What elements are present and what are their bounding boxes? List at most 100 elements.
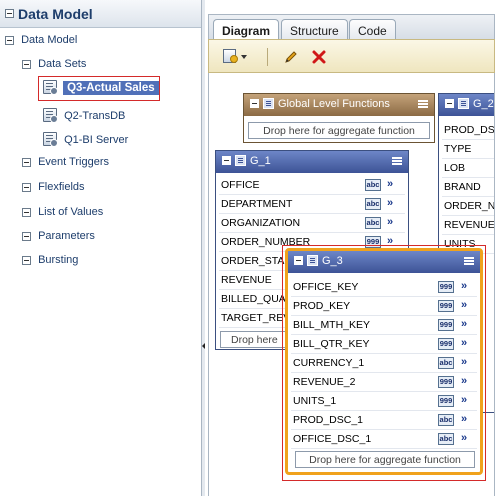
tree-item-flexfields[interactable]: Flexfields bbox=[22, 181, 85, 193]
tree-item-event-triggers[interactable]: Event Triggers bbox=[22, 156, 109, 168]
tree-item-parameters[interactable]: Parameters bbox=[22, 230, 95, 242]
chevron-right-icon[interactable]: » bbox=[461, 356, 467, 368]
data-model-panel: Data Model Data Model Data Sets Q3-Actua… bbox=[0, 0, 205, 496]
dataset-item[interactable]: Q2-TransDB bbox=[43, 108, 125, 123]
type-badge: abc bbox=[438, 433, 454, 445]
collapse-icon[interactable] bbox=[22, 255, 31, 265]
dataset-item[interactable]: Q3-Actual Sales bbox=[43, 80, 159, 95]
tree-item-label[interactable]: Data Sets bbox=[38, 58, 86, 70]
tree-item-label[interactable]: List of Values bbox=[38, 206, 103, 218]
field-name: BILL_MTH_KEY bbox=[293, 319, 371, 331]
menu-icon[interactable] bbox=[418, 100, 428, 108]
field-name: OFFICE_DSC_1 bbox=[293, 433, 372, 445]
field-name: CURRENCY_1 bbox=[293, 357, 365, 369]
group-icon bbox=[307, 255, 318, 266]
tab-code[interactable]: Code bbox=[349, 19, 396, 41]
panel-title: Data Model bbox=[18, 6, 93, 22]
tree-item-label[interactable]: Bursting bbox=[38, 254, 78, 266]
chevron-right-icon[interactable]: » bbox=[461, 394, 467, 406]
tree-root[interactable]: Data Model bbox=[5, 34, 77, 46]
tree-item-list-of-values[interactable]: List of Values bbox=[22, 206, 103, 218]
field-row[interactable]: PROD_DSC bbox=[442, 121, 494, 140]
menu-icon[interactable] bbox=[392, 157, 402, 165]
chevron-right-icon[interactable]: » bbox=[461, 432, 467, 444]
aggregate-drop-zone[interactable]: Drop here for aggregate function bbox=[295, 451, 475, 468]
collapse-icon[interactable] bbox=[22, 59, 31, 69]
type-badge: abc bbox=[365, 217, 381, 229]
field-row[interactable]: ORGANIZATION abc » bbox=[219, 214, 405, 233]
group-header[interactable]: G_1 bbox=[216, 151, 408, 173]
group-title: G_3 bbox=[322, 255, 343, 267]
dataset-label[interactable]: Q2-TransDB bbox=[64, 110, 125, 122]
collapse-icon[interactable] bbox=[22, 157, 31, 167]
collapse-icon[interactable] bbox=[250, 99, 259, 108]
field-row[interactable]: BILL_MTH_KEY 999 » bbox=[291, 316, 477, 335]
dataset-label[interactable]: Q3-Actual Sales bbox=[63, 81, 159, 95]
chevron-down-icon[interactable] bbox=[241, 55, 247, 59]
tree-item-label[interactable]: Flexfields bbox=[38, 181, 84, 193]
tree-item-label[interactable]: Event Triggers bbox=[38, 156, 109, 168]
collapse-icon[interactable] bbox=[22, 207, 31, 217]
collapse-icon[interactable] bbox=[445, 99, 454, 108]
chevron-right-icon[interactable]: » bbox=[461, 337, 467, 349]
type-badge: abc bbox=[365, 179, 381, 191]
chevron-right-icon[interactable]: » bbox=[461, 413, 467, 425]
field-name: PROD_DSC_1 bbox=[293, 414, 364, 426]
aggregate-drop-zone[interactable]: Drop here bbox=[220, 331, 290, 348]
pencil-icon bbox=[285, 51, 297, 63]
panel-header: Data Model bbox=[0, 0, 204, 28]
collapse-icon[interactable] bbox=[5, 9, 14, 18]
diagram-toolbar bbox=[208, 39, 495, 73]
menu-icon[interactable] bbox=[464, 257, 474, 265]
new-dataset-button[interactable] bbox=[223, 49, 249, 65]
collapse-icon[interactable] bbox=[5, 35, 14, 45]
chevron-right-icon[interactable]: » bbox=[461, 318, 467, 330]
field-row[interactable]: REVENUE_2 999 » bbox=[291, 373, 477, 392]
chevron-right-icon[interactable]: » bbox=[387, 178, 393, 190]
group-header[interactable]: G_3 bbox=[288, 251, 480, 273]
field-name: OFFICE_KEY bbox=[293, 281, 359, 293]
tree-item-label[interactable]: Parameters bbox=[38, 230, 95, 242]
field-row[interactable]: PROD_DSC_1 abc » bbox=[291, 411, 477, 430]
type-badge: 999 bbox=[438, 281, 454, 293]
field-row[interactable]: OFFICE abc » bbox=[219, 176, 405, 195]
dataset-icon bbox=[43, 132, 58, 147]
edit-button[interactable] bbox=[283, 49, 299, 65]
field-row[interactable]: ORDER_NU bbox=[442, 197, 494, 216]
chevron-right-icon[interactable]: » bbox=[387, 216, 393, 228]
collapse-icon[interactable] bbox=[22, 231, 31, 241]
field-row[interactable]: OFFICE_KEY 999 » bbox=[291, 278, 477, 297]
delete-button[interactable] bbox=[311, 49, 327, 65]
group-box-g3[interactable]: G_3 OFFICE_KEY 999 » PROD_KEY 999 » BILL_MTH… bbox=[285, 248, 483, 475]
collapse-icon[interactable] bbox=[22, 182, 31, 192]
tab-structure[interactable]: Structure bbox=[281, 19, 348, 41]
tree-item-bursting[interactable]: Bursting bbox=[22, 254, 78, 266]
chevron-right-icon[interactable]: » bbox=[461, 375, 467, 387]
field-row[interactable]: TYPE bbox=[442, 140, 494, 159]
chevron-right-icon[interactable]: » bbox=[461, 280, 467, 292]
tree-root-label[interactable]: Data Model bbox=[21, 34, 77, 46]
field-row[interactable]: PROD_KEY 999 » bbox=[291, 297, 477, 316]
field-row[interactable]: LOB bbox=[442, 159, 494, 178]
field-row[interactable]: BRAND bbox=[442, 178, 494, 197]
field-row[interactable]: BILL_QTR_KEY 999 » bbox=[291, 335, 477, 354]
chevron-right-icon[interactable]: » bbox=[461, 299, 467, 311]
global-functions-header[interactable]: Global Level Functions bbox=[244, 94, 434, 116]
aggregate-drop-zone[interactable]: Drop here for aggregate function bbox=[248, 122, 430, 139]
diagram-canvas[interactable]: Global Level Functions Drop here for agg… bbox=[208, 73, 495, 496]
field-row[interactable]: CURRENCY_1 abc » bbox=[291, 354, 477, 373]
global-functions-box[interactable]: Global Level Functions Drop here for agg… bbox=[243, 93, 435, 143]
tree-item-data-sets[interactable]: Data Sets bbox=[22, 58, 86, 70]
collapse-icon[interactable] bbox=[294, 256, 303, 265]
tab-bar: Diagram Structure Code bbox=[208, 14, 495, 42]
dataset-label[interactable]: Q1-BI Server bbox=[64, 134, 128, 146]
group-header[interactable]: G_2 bbox=[439, 94, 494, 116]
field-row[interactable]: REVENUE_ bbox=[442, 216, 494, 235]
collapse-icon[interactable] bbox=[222, 156, 231, 165]
dataset-item[interactable]: Q1-BI Server bbox=[43, 132, 128, 147]
field-row[interactable]: DEPARTMENT abc » bbox=[219, 195, 405, 214]
field-row[interactable]: UNITS_1 999 » bbox=[291, 392, 477, 411]
group-title: G_2 bbox=[473, 98, 494, 110]
chevron-right-icon[interactable]: » bbox=[387, 197, 393, 209]
field-row[interactable]: OFFICE_DSC_1 abc » bbox=[291, 430, 477, 449]
